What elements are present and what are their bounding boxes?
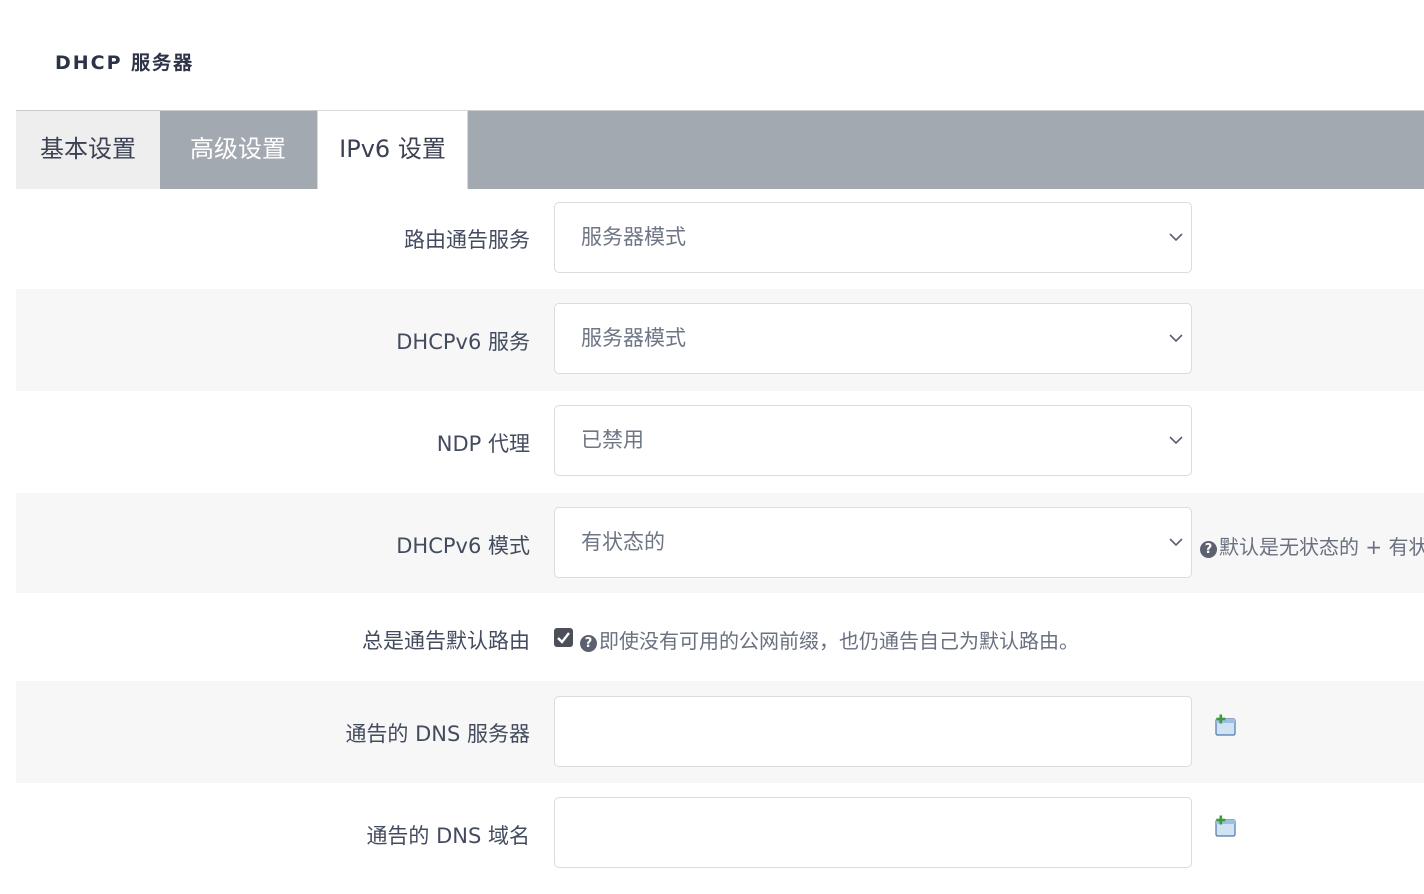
add-entry-icon[interactable] [1214, 714, 1238, 738]
ra-service-select[interactable]: 服务器模式 [554, 202, 1192, 273]
chevron-down-icon [1169, 538, 1183, 547]
ra-default-help: ? 即使没有可用的公网前缀，也仍通告自己为默认路由。 [580, 625, 1079, 654]
chevron-down-icon [1169, 334, 1183, 343]
row-ndp-proxy: NDP 代理 已禁用 [16, 391, 1424, 493]
row-dns-servers: 通告的 DNS 服务器 [16, 681, 1424, 783]
chevron-down-icon [1169, 436, 1183, 445]
ra-default-label: 总是通告默认路由 [362, 629, 530, 653]
row-ra-service: 路由通告服务 服务器模式 [16, 188, 1424, 289]
dhcpv6-mode-select[interactable]: 有状态的 [554, 507, 1192, 578]
check-icon [557, 632, 570, 644]
help-icon: ? [1200, 541, 1217, 558]
dhcpv6-service-select[interactable]: 服务器模式 [554, 303, 1192, 374]
help-icon: ? [580, 635, 597, 652]
ra-service-value: 服务器模式 [581, 225, 686, 249]
ra-service-label: 路由通告服务 [404, 228, 530, 252]
tab-advanced-settings[interactable]: 高级设置 [160, 111, 316, 189]
row-dns-domains: 通告的 DNS 域名 [16, 783, 1424, 894]
dhcpv6-mode-help: ? 默认是无状态的 + 有状 [1200, 531, 1424, 560]
dhcpv6-service-value: 服务器模式 [581, 326, 686, 350]
tab-basic-settings[interactable]: 基本设置 [16, 111, 160, 189]
ndp-proxy-label: NDP 代理 [436, 432, 530, 456]
dns-domains-input[interactable] [554, 797, 1192, 868]
dhcpv6-mode-help-text: 默认是无状态的 + 有状 [1219, 535, 1424, 559]
row-dhcpv6-service: DHCPv6 服务 服务器模式 [16, 289, 1424, 391]
row-dhcpv6-mode: DHCPv6 模式 有状态的 ? 默认是无状态的 + 有状 [16, 493, 1424, 593]
ndp-proxy-select[interactable]: 已禁用 [554, 405, 1192, 476]
ndp-proxy-value: 已禁用 [581, 428, 644, 452]
ra-default-checkbox[interactable] [554, 628, 573, 647]
chevron-down-icon [1169, 233, 1183, 242]
dns-servers-label: 通告的 DNS 服务器 [345, 722, 530, 746]
row-ra-default: 总是通告默认路由 ? 即使没有可用的公网前缀，也仍通告自己为默认路由。 [16, 593, 1424, 681]
tab-bar: 基本设置 高级设置 IPv6 设置 [16, 110, 1424, 189]
section-title: DHCP 服务器 [55, 52, 195, 74]
dhcpv6-mode-label: DHCPv6 模式 [396, 534, 530, 558]
dhcpv6-service-label: DHCPv6 服务 [396, 330, 530, 354]
add-entry-icon[interactable] [1214, 815, 1238, 839]
dns-domains-label: 通告的 DNS 域名 [366, 824, 530, 848]
dns-servers-input[interactable] [554, 696, 1192, 767]
tab-ipv6-settings[interactable]: IPv6 设置 [317, 110, 468, 189]
dhcpv6-mode-value: 有状态的 [581, 530, 665, 554]
ra-default-help-text: 即使没有可用的公网前缀，也仍通告自己为默认路由。 [599, 629, 1079, 653]
